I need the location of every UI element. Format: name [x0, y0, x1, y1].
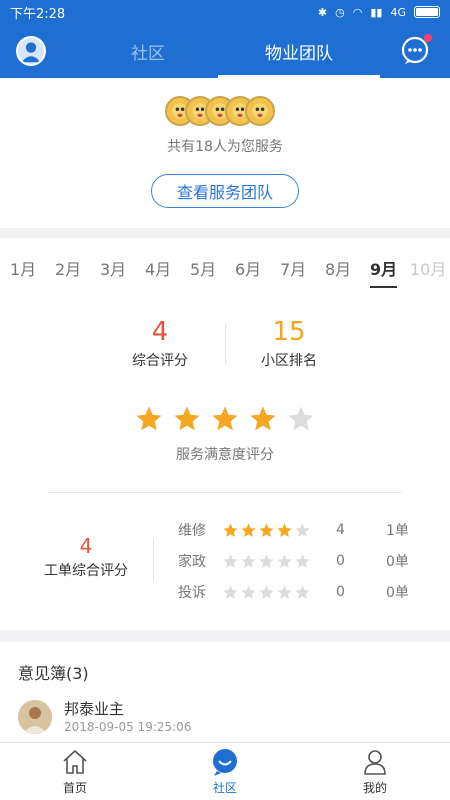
wifi-icon: ◠ — [352, 5, 363, 19]
nav-mine-label: 我的 — [362, 781, 387, 795]
view-team-button[interactable]: 查看服务团队 — [151, 174, 299, 208]
home-icon — [63, 749, 87, 774]
star-filled-icon — [174, 406, 200, 431]
overall-score-label: 综合评分 — [132, 353, 188, 369]
feedback-time: 2018-09-05 19:25:06 — [64, 720, 192, 734]
category-count: 0 — [336, 553, 345, 569]
star-empty-icon — [223, 584, 238, 599]
alarm-icon: ◷ — [335, 5, 345, 19]
rank-label: 小区排名 — [261, 353, 317, 369]
feedback-author: 邦泰业主 — [64, 700, 125, 718]
category-name: 家政 — [178, 554, 206, 570]
star-filled-icon — [223, 522, 238, 537]
star-empty-icon — [223, 553, 238, 568]
rank-value: 15 — [272, 317, 306, 347]
star-empty-icon — [277, 584, 292, 599]
signal-icon: ▮▮ — [370, 5, 383, 19]
category-name: 投诉 — [178, 585, 206, 601]
category-row-housekeeping: 家政 0 0单 — [178, 551, 418, 571]
category-row-repair: 维修 4 1单 — [178, 520, 418, 540]
category-stars — [222, 522, 322, 539]
nav-community[interactable]: 社区 — [185, 747, 265, 796]
team-avatars — [165, 96, 275, 126]
star-empty-icon — [241, 553, 256, 568]
category-count: 0 — [336, 584, 345, 600]
category-count: 4 — [336, 522, 345, 538]
star-empty-icon — [259, 584, 274, 599]
category-name: 维修 — [178, 523, 206, 539]
category-stars — [222, 584, 322, 601]
star-filled-icon — [212, 406, 238, 431]
work-order-score-value: 4 — [79, 534, 93, 558]
team-member-avatar — [245, 96, 275, 126]
status-time: 下午2:28 — [10, 6, 66, 22]
work-order-score: 4 工单综合评分 — [36, 534, 136, 580]
month-tab[interactable]: 7月 — [280, 256, 306, 280]
satisfaction-stars — [134, 404, 316, 434]
month-tab[interactable]: 1月 — [10, 256, 36, 280]
team-section: 共有18人为您服务 查看服务团队 — [0, 78, 450, 228]
tab-property-team[interactable]: 物业团队 — [218, 24, 380, 78]
bottom-navigation: 首页 社区 我的 — [0, 742, 450, 800]
team-count-text: 共有18人为您服务 — [167, 139, 283, 155]
battery-icon — [414, 6, 440, 18]
avatar-icon — [21, 42, 41, 63]
star-empty-icon — [295, 522, 310, 537]
category-stars — [222, 553, 322, 570]
month-tab-selected[interactable]: 9月 — [370, 256, 398, 288]
feedback-book: 意见簿(3) 邦泰业主 2018-09-05 19:25:06 — [0, 642, 450, 742]
work-order-score-label: 工单综合评分 — [44, 563, 128, 579]
tab-community[interactable]: 社区 — [78, 24, 218, 78]
scores-section: 4 综合评分 15 小区排名 服务满意度评分 4 工单综合评分 维修 4 1单 … — [0, 294, 450, 630]
month-tab-disabled: 10月 — [410, 260, 447, 279]
divider — [153, 539, 154, 581]
star-empty-icon — [295, 553, 310, 568]
star-empty-icon — [259, 553, 274, 568]
month-tab[interactable]: 5月 — [190, 256, 216, 280]
category-orders: 1单 — [386, 523, 409, 539]
nav-home-label: 首页 — [62, 781, 87, 795]
star-filled-icon — [136, 406, 162, 431]
month-tab[interactable]: 8月 — [325, 256, 351, 280]
message-button[interactable] — [400, 34, 432, 66]
star-empty-icon — [277, 553, 292, 568]
network-label: 4G — [390, 5, 406, 19]
overall-score-value: 4 — [151, 317, 169, 347]
feedback-title[interactable]: 意见簿(3) — [18, 660, 89, 684]
overall-score: 4 综合评分 — [100, 316, 220, 370]
star-empty-icon — [288, 406, 314, 431]
month-tab[interactable]: 4月 — [145, 256, 171, 280]
star-filled-icon — [241, 522, 256, 537]
category-row-complaint: 投诉 0 0单 — [178, 582, 418, 602]
month-tab[interactable]: 3月 — [100, 256, 126, 280]
user-avatar-button[interactable] — [16, 36, 46, 66]
owner-avatar — [18, 700, 52, 734]
satisfaction-label: 服务满意度评分 — [176, 447, 274, 463]
star-filled-icon — [250, 406, 276, 431]
star-empty-icon — [241, 584, 256, 599]
divider — [225, 324, 226, 364]
nav-home[interactable]: 首页 — [35, 747, 115, 796]
app-header: 社区 物业团队 — [0, 24, 450, 78]
category-orders: 0单 — [386, 585, 409, 601]
star-filled-icon — [259, 522, 274, 537]
status-icons: ✱ ◷ ◠ ▮▮ 4G — [318, 6, 440, 19]
status-bar: 下午2:28 ✱ ◷ ◠ ▮▮ 4G — [0, 0, 450, 24]
category-orders: 0单 — [386, 554, 409, 570]
star-filled-icon — [277, 522, 292, 537]
bluetooth-icon: ✱ — [317, 5, 328, 19]
month-tab[interactable]: 2月 — [55, 256, 81, 280]
nav-community-label: 社区 — [212, 781, 237, 795]
month-selector: 1月 2月 3月 4月 5月 6月 7月 8月 9月 10月 — [0, 238, 450, 294]
month-tab[interactable]: 6月 — [235, 256, 261, 280]
user-icon — [364, 750, 386, 775]
community-rank: 15 小区排名 — [229, 316, 349, 370]
divider — [48, 492, 402, 493]
unread-badge — [424, 34, 432, 42]
community-icon — [213, 749, 237, 776]
nav-mine[interactable]: 我的 — [335, 747, 415, 796]
star-empty-icon — [295, 584, 310, 599]
